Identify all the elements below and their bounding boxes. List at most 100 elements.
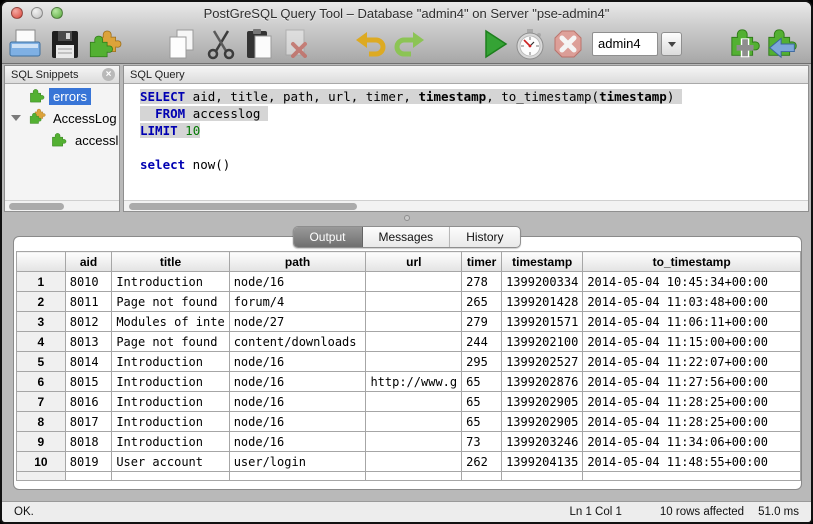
open-button[interactable] <box>8 27 42 61</box>
disclosure-triangle-icon[interactable] <box>11 115 21 121</box>
tab-messages[interactable]: Messages <box>362 227 451 247</box>
chevron-down-icon[interactable] <box>661 32 682 56</box>
column-header-title[interactable]: title <box>111 251 230 272</box>
cell-to_timestamp: 2014-05-04 11:22:07+00:00 <box>582 351 801 372</box>
app-window: PostGreSQL Query Tool – Database "admin4… <box>0 0 813 524</box>
sidebar-item-accessl[interactable]: accessl <box>5 130 119 150</box>
stopwatch-icon <box>516 29 544 60</box>
sql-code-editor[interactable]: SELECT aid, title, path, url, timer, tim… <box>124 84 808 173</box>
tab-output[interactable]: Output <box>293 227 363 247</box>
top-region: SQL Snippets × errors AccessLog accessl S… <box>2 65 811 212</box>
cell-aid: 8011 <box>64 291 113 312</box>
cell-title: Modules of inte <box>111 311 230 332</box>
cell-to_timestamp: 2014-05-04 11:15:00+00:00 <box>582 331 801 352</box>
table-row[interactable]: 8 8017 Introduction node/16 65 1399202905 2014… <box>16 411 801 432</box>
table-row[interactable]: 9 8018 Introduction node/16 73 1399203246 2014… <box>16 431 801 452</box>
output-panel: aid title path url timer timestamp to_timestam… <box>13 236 802 490</box>
cut-icon <box>207 30 235 60</box>
cell-timestamp: 1399202100 <box>501 331 584 352</box>
scrollbar-thumb[interactable] <box>9 203 64 210</box>
cell-timestamp: 1399203246 <box>501 431 584 452</box>
zoom-window-button[interactable] <box>51 7 63 19</box>
cell-timer: 65 <box>461 371 503 392</box>
cell-to_timestamp: 2014-05-04 11:06:11+00:00 <box>582 311 801 332</box>
scrollbar-thumb[interactable] <box>129 203 357 210</box>
cell-path: node/16 <box>228 371 367 392</box>
database-selector-value[interactable]: admin4 <box>592 32 658 56</box>
database-selector[interactable]: admin4 <box>592 32 682 56</box>
cell-aid: 8014 <box>64 351 113 372</box>
cell-title: Introduction <box>111 391 230 412</box>
cell-aid: 8013 <box>64 331 113 352</box>
table-row[interactable]: 1 8010 Introduction node/16 278 1399200334 201… <box>16 271 801 292</box>
sidebar-hscrollbar[interactable] <box>5 200 119 211</box>
cell-timer: 244 <box>461 331 503 352</box>
column-header-to_timestamp[interactable]: to_timestamp <box>582 251 801 272</box>
code-line: select now() <box>140 157 231 172</box>
cell-title: Introduction <box>111 271 230 292</box>
cell-timer: 265 <box>461 291 503 312</box>
insert-snippet-button[interactable] <box>766 27 800 61</box>
table-row[interactable]: 10 8019 User account user/login 262 139920413… <box>16 451 801 472</box>
column-header-path[interactable]: path <box>228 251 367 272</box>
explain-button[interactable] <box>513 27 547 61</box>
close-window-button[interactable] <box>11 7 23 19</box>
row-number: 6 <box>16 371 66 392</box>
stop-button[interactable] <box>551 27 585 61</box>
cell-path: node/16 <box>228 391 367 412</box>
column-header-aid[interactable]: aid <box>64 251 113 272</box>
editor-hscrollbar[interactable] <box>124 200 808 211</box>
column-header-url[interactable]: url <box>365 251 463 272</box>
column-header-timer[interactable]: timer <box>461 251 503 272</box>
column-header-timestamp[interactable]: timestamp <box>501 251 584 272</box>
cell-timestamp: 1399202905 <box>501 411 584 432</box>
table-row[interactable]: 2 8011 Page not found forum/4 265 1399201428 2… <box>16 291 801 312</box>
table-row[interactable]: 4 8013 Page not found content/downloads 244 1… <box>16 331 801 352</box>
row-number: 2 <box>16 291 66 312</box>
insert-snippet-icon <box>768 29 797 59</box>
add-snippet-icon <box>731 29 760 58</box>
minimize-window-button[interactable] <box>31 7 43 19</box>
cell-title: Introduction <box>111 371 230 392</box>
cell-title: Introduction <box>111 351 230 372</box>
results-region: Output Messages History aid title path url tim… <box>2 224 811 502</box>
snippets-button[interactable] <box>88 27 122 61</box>
cell-timer: 278 <box>461 271 503 292</box>
column-header-rownum[interactable] <box>16 251 66 272</box>
cell-title: Page not found <box>111 331 230 352</box>
redo-button[interactable] <box>392 27 426 61</box>
cell-timer: 262 <box>461 451 503 472</box>
save-button[interactable] <box>48 27 82 61</box>
status-right-group: Ln 1 Col 1 10 rows affected 51.0 ms <box>569 506 799 518</box>
run-button[interactable] <box>478 27 512 61</box>
table-row[interactable]: 3 8012 Modules of inte node/27 279 1399201571… <box>16 311 801 332</box>
table-row[interactable]: 5 8014 Introduction node/16 295 1399202527 201… <box>16 351 801 372</box>
cut-button[interactable] <box>204 27 238 61</box>
cell-aid: 8017 <box>64 411 113 432</box>
stop-icon <box>554 30 582 58</box>
sql-panel-title: SQL Query <box>130 68 185 81</box>
sidebar-item-AccessLog[interactable]: AccessLog <box>5 108 119 128</box>
copy-button[interactable] <box>164 27 198 61</box>
cell-timestamp: 1399201428 <box>501 291 584 312</box>
row-number: 9 <box>16 431 66 452</box>
paste-button[interactable] <box>242 27 276 61</box>
row-number: 5 <box>16 351 66 372</box>
cell-aid: 8010 <box>64 271 113 292</box>
rows-affected: 10 rows affected <box>659 506 745 518</box>
tab-history[interactable]: History <box>450 227 519 247</box>
undo-button[interactable] <box>354 27 388 61</box>
cell-url <box>365 331 463 352</box>
delete-icon <box>285 29 307 58</box>
splitter-grip-icon[interactable] <box>404 215 410 221</box>
table-row[interactable]: 7 8016 Introduction node/16 65 1399202905 2014… <box>16 391 801 412</box>
close-icon[interactable]: × <box>102 68 115 81</box>
delete-button[interactable] <box>278 27 312 61</box>
cell-aid: 8012 <box>64 311 113 332</box>
horizontal-splitter[interactable] <box>2 212 811 224</box>
table-row[interactable]: 6 8015 Introduction node/16 http://www.g 65 13… <box>16 371 801 392</box>
row-number: 7 <box>16 391 66 412</box>
add-snippet-button[interactable] <box>729 27 763 61</box>
sidebar-item-errors[interactable]: errors <box>5 86 119 106</box>
